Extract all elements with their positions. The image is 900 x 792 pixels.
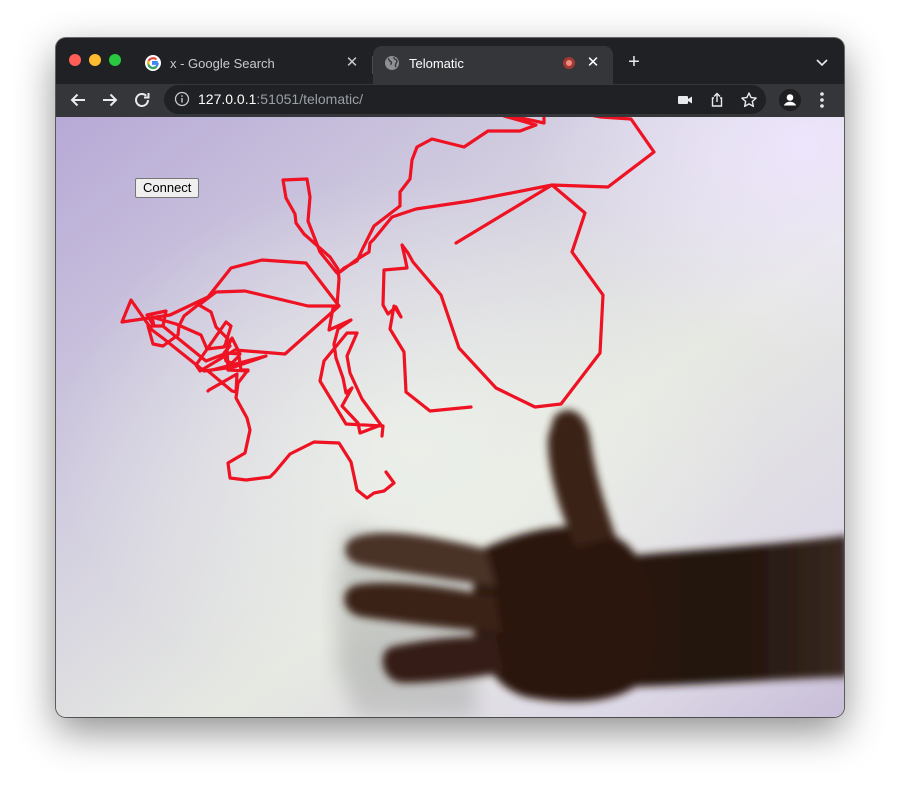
share-icon[interactable] — [708, 91, 726, 109]
recording-indicator-icon[interactable] — [563, 57, 575, 69]
close-icon[interactable]: ✕ — [344, 55, 360, 71]
webcam-canvas[interactable] — [56, 117, 844, 717]
page-content: Connect — [56, 117, 844, 717]
tab-google-search[interactable]: x - Google Search ✕ — [134, 46, 372, 84]
tab-telomatic[interactable]: Telomatic ✕ — [373, 46, 613, 84]
tab-title: x - Google Search — [170, 56, 275, 71]
chevron-down-icon[interactable] — [812, 54, 832, 72]
tab-title: Telomatic — [409, 56, 464, 71]
url-text[interactable]: 127.0.0.1:51051/telomatic/ — [198, 91, 363, 107]
camera-icon[interactable] — [676, 91, 694, 109]
globe-icon — [385, 56, 399, 70]
star-icon[interactable] — [740, 91, 758, 109]
info-icon[interactable] — [174, 91, 190, 107]
kebab-menu-icon[interactable] — [814, 90, 830, 110]
new-tab-button[interactable]: + — [624, 52, 644, 72]
tab-strip: x - Google Search ✕ Telomatic ✕ + — [56, 38, 844, 84]
arrow-left-icon[interactable] — [68, 90, 88, 110]
connect-button[interactable]: Connect — [135, 178, 200, 198]
reload-icon[interactable] — [132, 90, 152, 110]
window-close-button[interactable] — [69, 54, 81, 66]
url-host: 127.0.0.1 — [198, 91, 257, 107]
window-minimize-button[interactable] — [89, 54, 101, 66]
close-icon[interactable]: ✕ — [585, 55, 601, 71]
profile-avatar[interactable] — [779, 89, 801, 111]
window-zoom-button[interactable] — [109, 54, 121, 66]
google-g-icon — [145, 55, 161, 71]
browser-toolbar: 127.0.0.1:51051/telomatic/ — [56, 84, 844, 117]
browser-window: x - Google Search ✕ Telomatic ✕ + 127.0.… — [56, 38, 844, 717]
person-icon — [779, 89, 801, 111]
address-bar[interactable]: 127.0.0.1:51051/telomatic/ — [164, 85, 766, 114]
arrow-right-icon[interactable] — [100, 90, 120, 110]
url-path: :51051/telomatic/ — [256, 91, 364, 107]
